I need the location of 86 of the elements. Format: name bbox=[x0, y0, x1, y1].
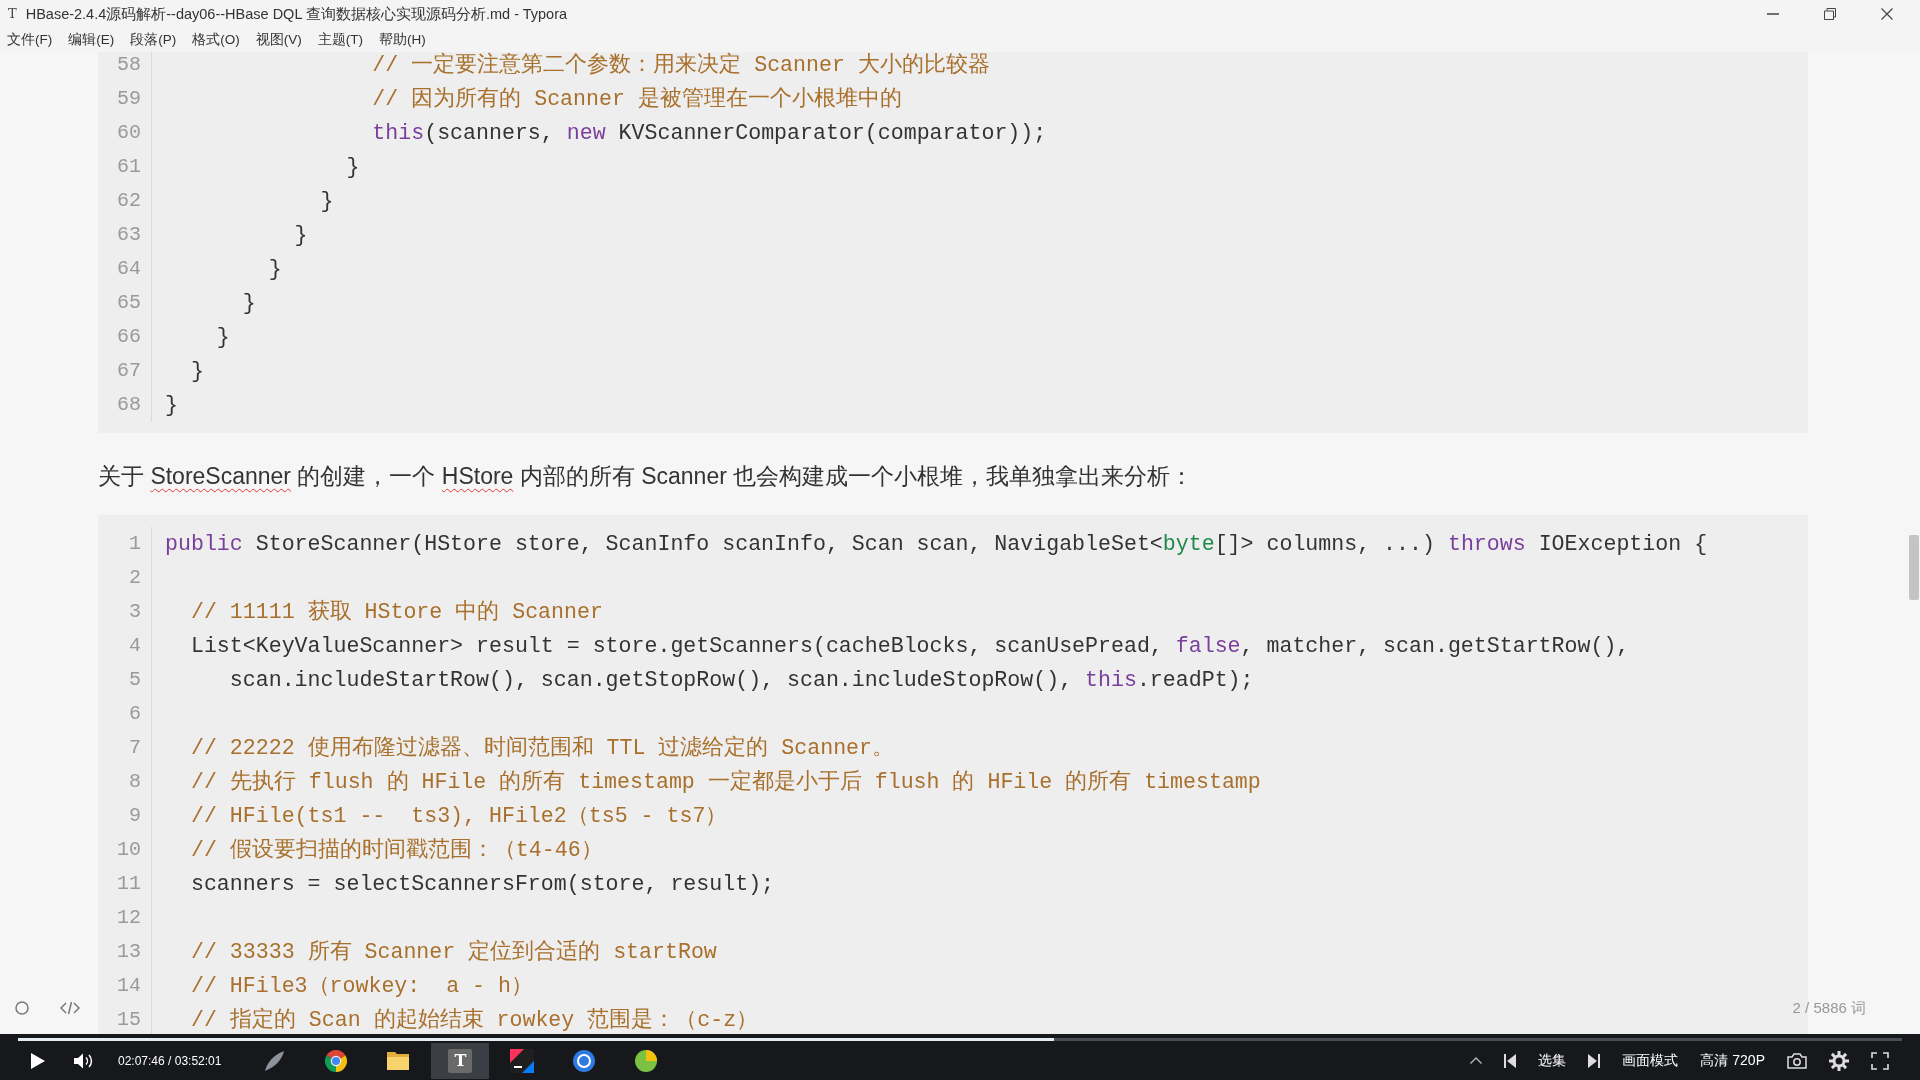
code-line: scan.includeStartRow(), scan.getStopRow(), scan.includeStopRow(), this.readPt); bbox=[229, 667, 1254, 694]
picture-mode-button[interactable]: 画面模式 bbox=[1622, 1052, 1679, 1069]
code-line: } bbox=[216, 324, 230, 351]
code-line: // 11111 获取 HStore 中的 Scanner bbox=[190, 599, 603, 626]
line-number: 65 bbox=[117, 290, 141, 316]
line-number: 10 bbox=[117, 837, 141, 863]
menu-item[interactable]: 帮助(H) bbox=[379, 31, 426, 48]
code-icon[interactable] bbox=[60, 1001, 80, 1015]
line-number: 1 bbox=[129, 531, 141, 557]
line-number: 61 bbox=[117, 154, 141, 180]
app-tile-icon bbox=[510, 1048, 535, 1073]
progress-track[interactable] bbox=[18, 1038, 1902, 1041]
chevron-up-icon[interactable] bbox=[1470, 1057, 1483, 1064]
line-number: 66 bbox=[117, 324, 141, 350]
minimize-icon[interactable] bbox=[1767, 12, 1779, 15]
line-number: 11 bbox=[117, 871, 141, 897]
paragraph: 关于 StoreScanner 的创建，一个 HStore 内部的所有 Scanner 也会构建成一个小根堆，我单独拿出来分析： bbox=[98, 462, 1194, 491]
menu-item[interactable]: 文件(F) bbox=[7, 31, 53, 48]
line-number: 9 bbox=[129, 803, 141, 829]
menu-item[interactable]: 编辑(E) bbox=[68, 31, 115, 48]
close-icon[interactable] bbox=[1881, 7, 1893, 20]
line-number: 12 bbox=[117, 905, 141, 931]
line-number: 68 bbox=[117, 392, 141, 418]
code-line: // 一定要注意第二个参数：用来决定 Scanner 大小的比较器 bbox=[372, 52, 990, 79]
previous-icon[interactable] bbox=[1504, 1053, 1517, 1068]
line-number: 13 bbox=[117, 939, 141, 965]
line-number: 4 bbox=[129, 633, 141, 659]
line-number: 6 bbox=[129, 701, 141, 727]
line-number: 8 bbox=[129, 769, 141, 795]
taskbar-button[interactable]: T bbox=[431, 1042, 490, 1079]
circle-logo-icon bbox=[324, 1048, 349, 1073]
restore-icon[interactable] bbox=[1824, 7, 1836, 20]
menu-item[interactable]: 段落(P) bbox=[130, 31, 177, 48]
episodes-button[interactable]: 选集 bbox=[1538, 1052, 1567, 1069]
line-number: 62 bbox=[117, 188, 141, 214]
code-line: } bbox=[242, 290, 256, 317]
code-line: List<KeyValueScanner> result = store.getScanners(cacheBlocks, scanUsePread, false, matcher, scan.getStartRow(), bbox=[190, 633, 1630, 660]
line-number: 2 bbox=[129, 565, 141, 591]
code-line: // 先执行 flush 的 HFile 的所有 timestamp 一定都是小于后 flush 的 HFile 的所有 timestamp bbox=[190, 768, 1261, 796]
code-line: // 22222 使用布隆过滤器、时间范围和 TTL 过滤给定的 Scanner。 bbox=[190, 734, 894, 762]
code-line: // 因为所有的 Scanner 是被管理在一个小根堆中的 bbox=[372, 86, 902, 113]
play-icon[interactable] bbox=[31, 1052, 45, 1069]
code-line: this(scanners, new KVScannerComparator(comparator)); bbox=[372, 120, 1047, 147]
ball-icon bbox=[634, 1048, 659, 1073]
app-icon: T bbox=[8, 6, 17, 21]
volume-icon[interactable] bbox=[74, 1052, 94, 1069]
code-line: // HFile3（rowkey: a - h） bbox=[190, 973, 533, 1000]
code-line: scanners = selectScannersFrom(store, result); bbox=[190, 871, 775, 898]
code-line: // 假设要扫描的时间戳范围：（t4-46） bbox=[190, 837, 603, 864]
line-number: 3 bbox=[129, 599, 141, 625]
menu-item[interactable]: 视图(V) bbox=[255, 31, 302, 48]
app-icon: T bbox=[448, 1048, 473, 1073]
playback-time: 02:07:46 / 03:52:01 bbox=[118, 1053, 222, 1068]
window-title: HBase-2.4.4源码解析--day06--HBase DQL 查询数据核心实现源码分析.md - Typora bbox=[25, 4, 568, 23]
code-line: } bbox=[268, 256, 282, 283]
line-number: 5 bbox=[129, 667, 141, 693]
line-number: 64 bbox=[117, 256, 141, 282]
fullscreen-icon[interactable] bbox=[1871, 1051, 1889, 1070]
line-number: 59 bbox=[117, 86, 141, 112]
line-number: 7 bbox=[129, 735, 141, 761]
settings-icon[interactable] bbox=[1829, 1050, 1849, 1071]
next-icon[interactable] bbox=[1588, 1053, 1601, 1068]
code-line: } bbox=[294, 222, 308, 249]
code-line: // 33333 所有 Scanner 定位到合适的 startRow bbox=[190, 938, 717, 966]
code-line: // HFile(ts1 -- ts3), HFile2（ts5 - ts7） bbox=[190, 803, 728, 830]
line-number: 14 bbox=[117, 973, 141, 999]
quality-button[interactable]: 高清 720P bbox=[1700, 1052, 1765, 1069]
line-number: 60 bbox=[117, 120, 141, 146]
code-line: } bbox=[190, 358, 204, 385]
code-line: } bbox=[165, 392, 178, 419]
feather-icon bbox=[262, 1048, 287, 1073]
line-number: 58 bbox=[117, 52, 141, 78]
line-number: 67 bbox=[117, 358, 141, 384]
menu-item[interactable]: 主题(T) bbox=[317, 31, 363, 48]
line-number: 15 bbox=[117, 1007, 141, 1033]
code-line: // 指定的 Scan 的起始结束 rowkey 范围是：（c-z） bbox=[190, 1006, 759, 1034]
camera-icon[interactable] bbox=[1787, 1052, 1807, 1069]
ring-icon bbox=[572, 1048, 597, 1073]
code-line: public StoreScanner(HStore store, ScanInfo scanInfo, Scan scan, NavigableSet<byte[]> columns, ...) throws IOException { bbox=[165, 531, 1708, 558]
circle-icon[interactable] bbox=[15, 1001, 29, 1015]
scrollbar-thumb[interactable] bbox=[1909, 535, 1919, 600]
code-line: } bbox=[346, 154, 360, 181]
code-line: } bbox=[320, 188, 334, 215]
line-number: 63 bbox=[117, 222, 141, 248]
menu-item[interactable]: 格式(O) bbox=[192, 31, 240, 48]
folder-icon bbox=[386, 1050, 411, 1071]
